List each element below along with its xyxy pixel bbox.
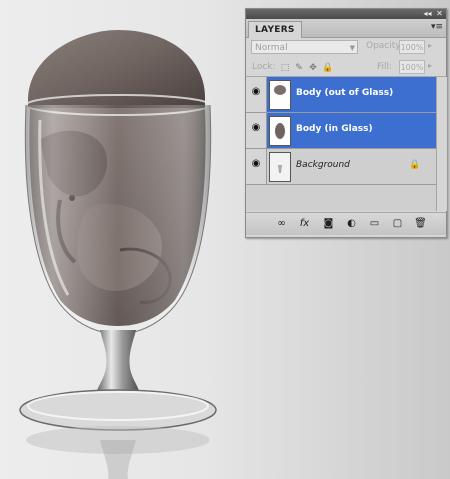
layer-list-scrollbar[interactable] xyxy=(436,77,447,211)
visibility-toggle[interactable]: ◉ xyxy=(246,149,267,184)
layer-thumbnail xyxy=(269,80,291,110)
tab-layers[interactable]: LAYERS xyxy=(248,21,302,38)
lock-image-icon[interactable]: ✎ xyxy=(294,63,304,73)
panel-tabs: LAYERS ▾≡ xyxy=(246,19,446,38)
lock-position-icon[interactable]: ✥ xyxy=(308,63,318,73)
lock-row: Lock: ⬚ ✎ ✥ 🔒 Fill: 100% ▸ xyxy=(246,60,446,77)
layer-mask-icon[interactable]: ◙ xyxy=(322,218,335,230)
blend-mode-value: Normal xyxy=(255,43,288,53)
opacity-slider-arrow-icon[interactable]: ▸ xyxy=(428,41,432,50)
opacity-field[interactable]: 100% xyxy=(399,40,425,54)
layer-row[interactable]: ◉ Body (out of Glass) xyxy=(246,77,436,113)
fill-field[interactable]: 100% xyxy=(399,60,425,74)
eye-icon: ◉ xyxy=(251,122,261,133)
close-icon[interactable]: ✕ xyxy=(434,9,445,19)
collapse-icon[interactable]: ◂◂ xyxy=(422,9,433,19)
panel-menu-icon[interactable]: ▾≡ xyxy=(431,22,443,33)
visibility-toggle[interactable]: ◉ xyxy=(246,77,267,112)
adjustment-layer-icon[interactable]: ◐ xyxy=(345,218,358,230)
group-folder-icon[interactable]: ▭ xyxy=(368,218,381,230)
layer-thumbnail xyxy=(269,116,291,146)
eye-icon: ◉ xyxy=(251,86,261,97)
fill-slider-arrow-icon[interactable]: ▸ xyxy=(428,61,432,70)
opacity-label: Opacity: xyxy=(366,41,403,51)
layer-row[interactable]: ◉ Body (in Glass) xyxy=(246,113,436,149)
trash-icon[interactable]: 🗑 xyxy=(414,218,427,230)
lock-label: Lock: xyxy=(252,62,276,72)
blend-mode-select[interactable]: Normal ▼ xyxy=(251,40,358,54)
panel-titlebar[interactable]: ◂◂ ✕ xyxy=(246,9,446,19)
layer-name[interactable]: Body (in Glass) xyxy=(296,124,373,134)
lock-all-icon[interactable]: 🔒 xyxy=(322,63,333,73)
new-layer-icon[interactable]: ▢ xyxy=(391,218,404,230)
layer-thumbnail xyxy=(269,152,291,182)
eye-icon: ◉ xyxy=(251,158,261,169)
layers-panel: ◂◂ ✕ LAYERS ▾≡ Normal ▼ Opacity: 100% ▸ … xyxy=(245,8,447,238)
panel-bottom-bar: ∞ fx ◙ ◐ ▭ ▢ 🗑 xyxy=(246,212,446,235)
lock-icon: 🔒 xyxy=(409,160,421,170)
layer-name[interactable]: Body (out of Glass) xyxy=(296,88,393,98)
layer-list: ◉ Body (out of Glass) ◉ Body (in Glass) … xyxy=(246,77,447,211)
visibility-toggle[interactable]: ◉ xyxy=(246,113,267,148)
fill-label: Fill: xyxy=(377,62,393,72)
fx-icon[interactable]: fx xyxy=(298,218,311,230)
link-layers-icon[interactable]: ∞ xyxy=(275,218,288,230)
layer-name[interactable]: Background xyxy=(296,160,350,170)
blend-row: Normal ▼ Opacity: 100% ▸ xyxy=(246,40,446,56)
lock-transparent-icon[interactable]: ⬚ xyxy=(280,63,290,73)
layer-row[interactable]: ◉ Background 🔒 xyxy=(246,149,436,185)
chevron-down-icon: ▼ xyxy=(349,44,355,52)
